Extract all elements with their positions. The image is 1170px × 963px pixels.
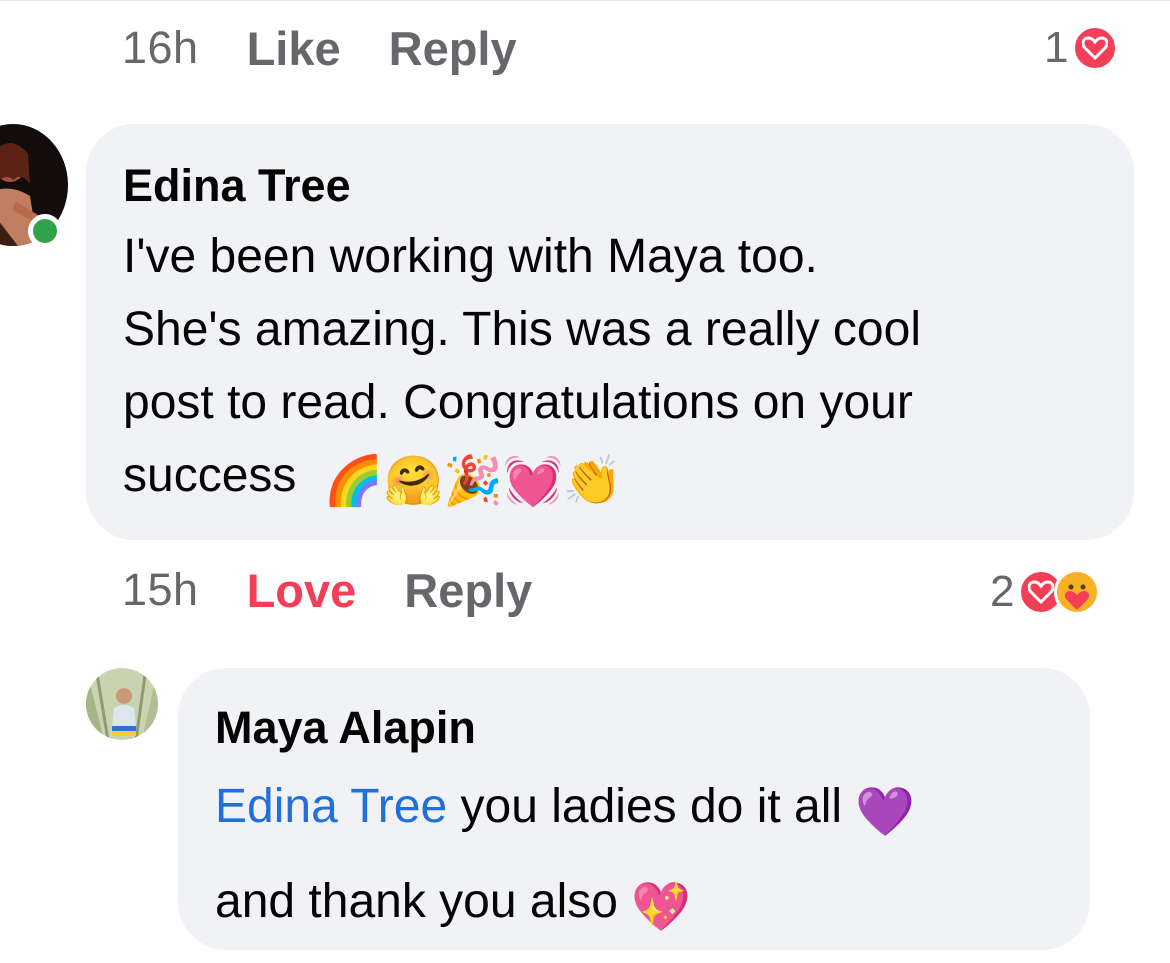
reaction-count: 2 xyxy=(990,567,1015,616)
reply-bubble: Maya Alapin Edina Tree you ladies do it … xyxy=(178,668,1090,950)
care-icon xyxy=(1054,569,1101,615)
online-status-indicator xyxy=(28,214,62,248)
comment-line: She's amazing. This was a really cool xyxy=(123,303,921,356)
comment-author[interactable]: Edina Tree xyxy=(123,160,351,212)
like-button[interactable]: Like xyxy=(247,21,341,76)
divider xyxy=(0,0,1170,6)
comment-line: success xyxy=(123,449,297,502)
comment-actions-row: 15h Love Reply xyxy=(122,560,532,620)
comment-body: I've been working with Maya too. She's a… xyxy=(123,220,1113,518)
comment-line: I've been working with Maya too. xyxy=(123,230,818,283)
comment-line-last: success 🌈🤗🎉💓👏 xyxy=(123,439,1113,518)
reply-button[interactable]: Reply xyxy=(404,563,532,618)
love-button[interactable]: Love xyxy=(247,563,357,618)
comment-text: and thank you also xyxy=(215,875,632,928)
reaction-count: 1 xyxy=(1044,23,1069,72)
hugging-face-emoji: 🤗 xyxy=(383,453,444,509)
comment-author[interactable]: Maya Alapin xyxy=(215,702,476,754)
mention-link[interactable]: Edina Tree xyxy=(215,780,447,833)
comment-line: and thank you also 💖 xyxy=(215,865,1075,944)
purple-heart-emoji: 💜 xyxy=(855,784,916,840)
comment-line: post to read. Congratulations on your xyxy=(123,376,913,429)
comment-body: Edina Tree you ladies do it all 💜 and th… xyxy=(215,770,1075,944)
party-popper-emoji: 🎉 xyxy=(443,453,504,509)
comment-line: Edina Tree you ladies do it all 💜 xyxy=(215,770,1075,849)
reaction-summary[interactable]: 2 xyxy=(990,562,1101,622)
heart-icon xyxy=(1072,25,1119,71)
sparkling-heart-emoji: 💖 xyxy=(631,879,692,935)
comment-timestamp[interactable]: 16h xyxy=(122,22,199,74)
comment-actions-row: 16h Like Reply xyxy=(122,18,517,78)
reaction-summary[interactable]: 1 xyxy=(1044,18,1119,78)
reply-button[interactable]: Reply xyxy=(389,21,517,76)
rainbow-emoji: 🌈 xyxy=(323,453,384,509)
comment-bubble: Edina Tree I've been working with Maya t… xyxy=(86,124,1134,540)
avatar-maya-alapin[interactable] xyxy=(86,668,158,740)
comment-text: you ladies do it all xyxy=(447,780,856,833)
comment-thread: 16h Like Reply 1 Edina Tree I've been wo… xyxy=(0,0,1170,963)
clapping-hands-emoji: 👏 xyxy=(562,453,623,509)
avatar-image xyxy=(86,668,158,740)
beating-heart-emoji: 💓 xyxy=(503,453,563,509)
comment-timestamp[interactable]: 15h xyxy=(122,564,199,616)
